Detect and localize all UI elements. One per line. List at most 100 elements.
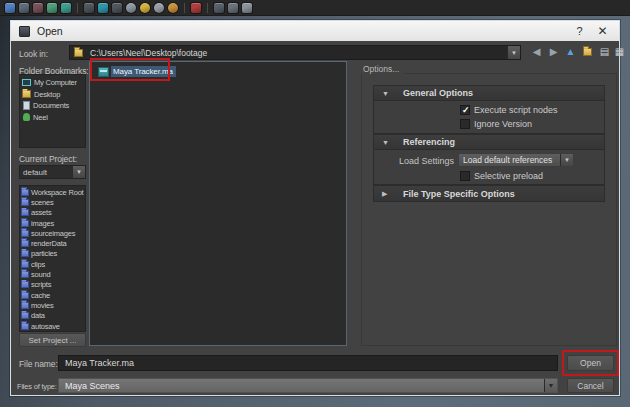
close-button[interactable]: ✕: [595, 24, 610, 38]
statusline-icon-8[interactable]: [112, 3, 122, 13]
file-list-panel[interactable]: Maya Tracker.ma: [89, 61, 347, 346]
folder-icon: [21, 230, 29, 237]
folder-icon: [21, 281, 29, 288]
statusline-icon-16[interactable]: [242, 3, 252, 13]
up-directory-button[interactable]: ▲: [563, 44, 578, 59]
folder-icon: [21, 209, 29, 216]
folder-label: cache: [31, 291, 50, 300]
cancel-button[interactable]: Cancel: [567, 378, 614, 393]
file-type-specific-header[interactable]: ▶ File Type Specific Options: [374, 186, 604, 201]
project-folder-sound[interactable]: sound: [20, 269, 85, 279]
chevron-down-icon: ▼: [72, 166, 85, 178]
folder-label: particles: [31, 249, 57, 258]
back-button[interactable]: ◀: [529, 44, 544, 59]
statusline-icon-6[interactable]: [84, 3, 94, 13]
project-folder-movies[interactable]: movies: [20, 300, 85, 310]
project-folder-data[interactable]: data: [20, 311, 85, 321]
statusline-icon-11[interactable]: [154, 3, 164, 13]
user-icon: [23, 113, 30, 121]
folder-label: renderData: [31, 239, 67, 248]
bookmark-my-computer[interactable]: My Computer: [20, 77, 85, 89]
options-panel: ▼ General Options Execute script nodes I…: [361, 73, 617, 346]
load-settings-dropdown[interactable]: Load default references ▼: [458, 153, 574, 167]
folder-label: data: [31, 311, 45, 320]
folder-label: scenes: [31, 198, 54, 207]
project-folder-autosave[interactable]: autosave: [20, 321, 85, 331]
create-folder-button[interactable]: [580, 44, 595, 59]
statusline-icon-14[interactable]: [214, 3, 224, 13]
detail-view-button[interactable]: ▦: [612, 44, 627, 59]
referencing-header[interactable]: ▼ Referencing: [374, 135, 604, 150]
section-file-type-specific: ▶ File Type Specific Options: [373, 185, 605, 202]
bookmark-neel[interactable]: Neel: [20, 112, 85, 124]
project-folder-sourceimages[interactable]: sourceimages: [20, 228, 85, 238]
file-name-input[interactable]: Maya Tracker.ma: [58, 355, 558, 371]
folder-label: Workspace Root: [31, 188, 84, 197]
set-project-button[interactable]: Set Project ...: [19, 333, 86, 347]
bookmark-documents[interactable]: Documents: [20, 100, 85, 112]
project-folder-workspace-root[interactable]: Workspace Root: [20, 187, 85, 197]
project-folder-images[interactable]: images: [20, 218, 85, 228]
project-folder-scenes[interactable]: scenes: [20, 197, 85, 207]
separator: [184, 3, 185, 13]
folder-icon: [21, 271, 29, 278]
file-name-label: File name:: [19, 359, 58, 369]
file-name-value: Maya Tracker.ma: [65, 358, 134, 368]
dialog-title: Open: [37, 25, 63, 37]
statusline-icon-9[interactable]: [126, 3, 136, 13]
list-view-button[interactable]: ▤: [597, 44, 612, 59]
folder-icon: [21, 302, 29, 309]
dialog-titlebar[interactable]: Open ? ✕: [11, 21, 619, 41]
general-options-header[interactable]: ▼ General Options: [374, 86, 604, 101]
statusline-icon-2[interactable]: [19, 3, 29, 13]
ignore-version-row[interactable]: Ignore Version: [460, 119, 532, 129]
section-title: Referencing: [403, 137, 455, 147]
folder-label: movies: [31, 301, 54, 310]
folder-icon: [21, 199, 29, 206]
maya-statusline: [0, 0, 630, 16]
project-folder-particles[interactable]: particles: [20, 249, 85, 259]
current-project-value: default: [23, 168, 72, 177]
project-folder-scripts[interactable]: scripts: [20, 280, 85, 290]
statusline-icon-3[interactable]: [33, 3, 43, 13]
statusline-icon-5[interactable]: [61, 3, 71, 13]
selective-preload-checkbox[interactable]: [460, 171, 470, 181]
current-project-dropdown[interactable]: default ▼: [19, 165, 86, 179]
look-in-dropdown-button[interactable]: ▼: [507, 46, 520, 59]
chevron-down-icon: ▼: [560, 154, 573, 166]
look-in-label: Look in:: [19, 49, 48, 59]
folder-label: scripts: [31, 280, 51, 289]
statusline-icon-12[interactable]: [168, 3, 178, 13]
annotation-file-highlight: [90, 58, 170, 81]
project-folder-clips[interactable]: clips: [20, 259, 85, 269]
section-title: File Type Specific Options: [403, 189, 515, 199]
forward-button[interactable]: ▶: [546, 44, 561, 59]
folder-y-icon: [22, 90, 31, 98]
project-folders-list: Workspace Rootscenesassetsimagessourceim…: [19, 185, 86, 332]
folder-label: clips: [31, 260, 45, 269]
files-of-type-dropdown[interactable]: Maya Scenes ▼: [58, 378, 558, 393]
load-settings-label: Load Settings: [374, 156, 454, 166]
statusline-icon-15[interactable]: [228, 3, 238, 13]
section-referencing: ▼ Referencing Load Settings Load default…: [373, 134, 605, 185]
project-folder-renderdata[interactable]: renderData: [20, 238, 85, 248]
folder-label: assets: [31, 208, 51, 217]
statusline-icon-1[interactable]: [5, 3, 15, 13]
help-button[interactable]: ?: [572, 24, 587, 38]
statusline-icon-13[interactable]: [191, 3, 201, 13]
statusline-icon-7[interactable]: [98, 3, 108, 13]
folder-icon: [21, 220, 29, 227]
ignore-version-checkbox[interactable]: [460, 119, 470, 129]
selective-preload-row[interactable]: Selective preload: [460, 171, 543, 181]
dialog-body: Look in: C:\Users\Neel\Desktop\footage ▼…: [11, 41, 619, 395]
project-folder-cache[interactable]: cache: [20, 290, 85, 300]
project-folder-assets[interactable]: assets: [20, 208, 85, 218]
execute-script-nodes-row[interactable]: Execute script nodes: [460, 105, 558, 115]
checkbox-label: Selective preload: [474, 171, 543, 181]
separator: [77, 3, 78, 13]
collapse-arrow-icon: ▼: [382, 139, 392, 146]
execute-script-nodes-checkbox[interactable]: [460, 105, 470, 115]
statusline-icon-4[interactable]: [47, 3, 57, 13]
bookmark-desktop[interactable]: Desktop: [20, 89, 85, 101]
statusline-icon-10[interactable]: [140, 3, 150, 13]
